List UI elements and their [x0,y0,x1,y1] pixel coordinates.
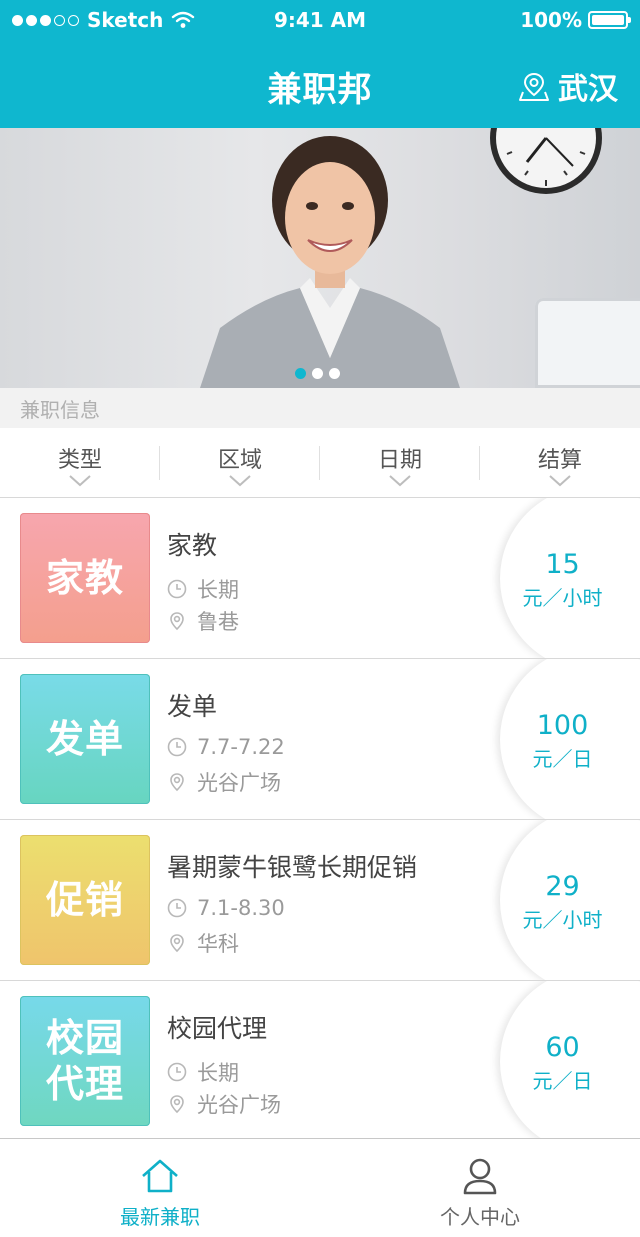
job-item[interactable]: 促销 暑期蒙牛银鹭长期促销 7.1-8.30 华科 29 元／小时 [0,820,640,981]
filter-area[interactable]: 区域 [160,428,320,498]
job-time: 长期 [167,574,239,604]
price-unit: 元／小时 [522,586,603,610]
filter-date[interactable]: 日期 [320,428,480,498]
battery-info: 100% [520,8,631,32]
job-title: 家教 [167,531,218,560]
job-title: 发单 [167,692,218,721]
filter-label: 结算 [537,448,582,473]
chevron-down-icon [389,475,411,487]
carousel-pager[interactable] [295,368,340,379]
job-place: 华科 [167,928,239,958]
battery-percent: 100% [520,8,582,32]
chevron-down-icon [549,475,571,487]
location-pin-icon [170,1095,184,1114]
location-pin-icon [170,934,184,953]
filter-label: 日期 [377,448,422,473]
filter-label: 区域 [217,448,262,473]
job-tag-text: 校园代理 [45,1016,124,1106]
tab-latest-jobs[interactable]: 最新兼职 [0,1139,320,1237]
price-amount: 60 [545,1032,580,1063]
home-icon [142,1159,178,1193]
city-selector[interactable]: 武汉 [518,64,618,108]
laptop-image [535,298,640,388]
price-amount: 15 [545,549,580,580]
job-tag: 发单 [20,674,150,804]
pager-dot[interactable] [295,368,306,379]
pager-dot[interactable] [329,368,340,379]
job-time: 7.7-7.22 [167,735,285,759]
job-place-text: 华科 [197,932,239,956]
banner-carousel[interactable] [0,128,640,388]
businesswoman-photo [200,136,460,388]
price-badge: 100 元／日 [500,659,640,819]
job-place: 鲁巷 [167,606,239,636]
chevron-down-icon [229,475,251,487]
job-item[interactable]: 发单 发单 7.7-7.22 光谷广场 100 元／日 [0,659,640,820]
job-time-text: 7.1-8.30 [197,896,285,920]
job-tag: 促销 [20,835,150,965]
job-item[interactable]: 家教 家教 长期 鲁巷 15 元／小时 [0,498,640,659]
price-unit: 元／小时 [522,908,603,932]
clock-icon [167,1062,187,1082]
battery-icon [588,11,631,29]
job-place-text: 光谷广场 [197,771,281,795]
user-icon [463,1158,497,1195]
filter-type[interactable]: 类型 [0,428,160,498]
job-place-text: 光谷广场 [197,1093,281,1117]
job-time-text: 7.7-7.22 [197,735,285,759]
price-badge: 29 元／小时 [500,820,640,980]
job-time-text: 长期 [197,1061,239,1085]
tab-bar: 最新兼职 个人中心 [0,1138,640,1237]
price-amount: 29 [545,871,580,902]
job-item[interactable]: 校园代理 校园代理 长期 光谷广场 60 元／日 [0,981,640,1142]
filter-bar: 类型 区域 日期 结算 [0,428,640,498]
price-amount: 100 [536,710,589,741]
tab-label: 最新兼职 [120,1205,200,1229]
filter-label: 类型 [57,448,102,473]
job-list: 家教 家教 长期 鲁巷 15 元／小时 发单 发单 7.7-7.22 光谷广场 … [0,498,640,1142]
price-unit: 元／日 [532,1069,593,1093]
clock-icon [167,898,187,918]
location-pin-icon [170,612,184,631]
chevron-down-icon [69,475,91,487]
header: Sketch 9:41 AM 100% 兼职邦 武汉 [0,0,640,128]
price-badge: 60 元／日 [500,981,640,1141]
job-place: 光谷广场 [167,767,281,797]
clock-image [490,128,602,194]
job-time: 长期 [167,1057,239,1087]
city-label: 武汉 [558,72,618,107]
clock-icon [167,737,187,757]
job-place-text: 鲁巷 [197,610,239,634]
price-unit: 元／日 [532,747,593,771]
location-pin-icon [170,773,184,792]
filter-settlement[interactable]: 结算 [480,428,640,498]
job-time-text: 长期 [197,578,239,602]
job-title: 暑期蒙牛银鹭长期促销 [167,853,418,882]
job-title: 校园代理 [167,1014,268,1043]
section-label: 兼职信息 [0,388,640,428]
tab-label: 个人中心 [440,1205,520,1229]
tab-profile[interactable]: 个人中心 [320,1139,640,1237]
job-tag: 校园代理 [20,996,150,1126]
clock-icon [167,579,187,599]
job-time: 7.1-8.30 [167,896,285,920]
price-badge: 15 元／小时 [500,498,640,658]
pager-dot[interactable] [312,368,323,379]
job-place: 光谷广场 [167,1089,281,1119]
location-icon [519,72,549,101]
status-bar: Sketch 9:41 AM 100% [0,0,640,40]
job-tag: 家教 [20,513,150,643]
